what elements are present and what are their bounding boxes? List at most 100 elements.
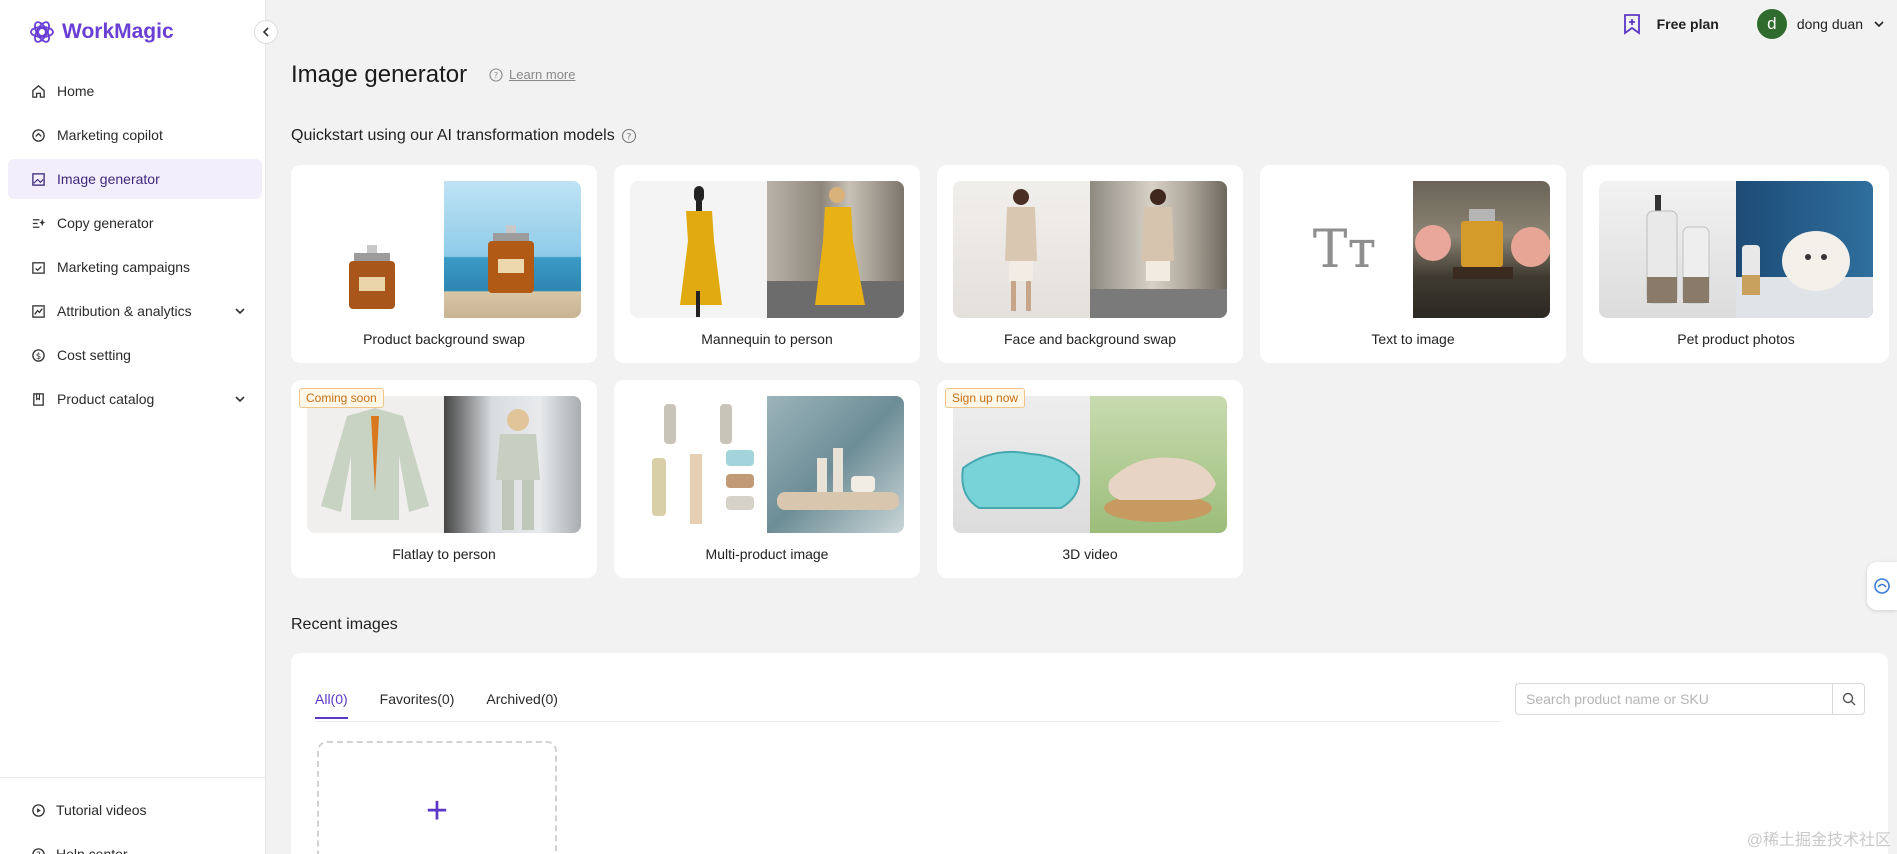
sidebar-item-label: Home [57,83,95,99]
model-card-pet-product-photos[interactable]: Pet product photos [1583,165,1889,363]
before-image [630,396,767,533]
svg-text:?: ? [626,133,631,143]
chart-icon [30,303,46,319]
search-icon [1842,692,1855,706]
calendar-check-icon [30,259,46,275]
chevron-down-icon [1874,21,1884,28]
image-icon [30,171,46,187]
floating-assistant-button[interactable] [1867,562,1897,610]
help-circle-icon: ? [489,67,503,82]
card-label: 3D video [1062,546,1118,562]
card-label: Product background swap [363,331,525,347]
dollar-icon: $ [30,347,46,363]
sidebar-item-home[interactable]: Home [8,71,262,111]
after-image [1090,181,1227,318]
product-search [1515,683,1865,715]
quickstart-title: Quickstart using our AI transformation m… [291,127,637,145]
sidebar-item-label: Cost setting [57,347,131,363]
watermark: @稀土掘金技术社区 [1746,832,1891,849]
plus-icon: + [425,790,449,832]
text-icon: Tт [1276,181,1413,318]
recent-images-panel: All(0) Favorites(0) Archived(0) + [291,653,1888,854]
before-image [1599,181,1736,318]
sidebar-item-label: Copy generator [57,215,154,231]
sidebar-item-cost-setting[interactable]: $ Cost setting [8,335,262,375]
sidebar-item-label: Marketing campaigns [57,259,191,275]
user-name: dong duan [1796,16,1863,32]
sidebar-item-tutorial-videos[interactable]: Tutorial videos [0,792,266,828]
sidebar-item-product-catalog[interactable]: Product catalog [8,379,262,419]
sign-up-badge[interactable]: Sign up now [945,388,1026,408]
sidebar-item-help-center[interactable]: ? Help center [0,836,266,854]
svg-text:$: $ [35,350,40,360]
search-button[interactable] [1832,684,1864,714]
tab-all[interactable]: All(0) [315,691,348,719]
model-card-3d-video[interactable]: Sign up now 3D video [937,380,1243,578]
chevron-left-icon [262,27,269,37]
card-preview [307,396,581,533]
model-card-text-to-image[interactable]: Tт Text to image [1260,165,1566,363]
card-preview [630,396,904,533]
plan-button[interactable]: Free plan [1621,13,1719,35]
recent-images-title-text: Recent images [291,616,398,633]
sidebar-item-label: Product catalog [57,391,155,407]
sidebar-item-image-generator[interactable]: Image generator [8,159,262,199]
after-image [444,181,581,318]
bookmark-plus-icon [1623,14,1640,35]
search-input[interactable] [1516,684,1832,714]
sparkle-text-icon [30,215,46,231]
page-title: Image generator [291,61,468,88]
svg-text:?: ? [494,71,498,80]
collapse-sidebar-button[interactable] [254,20,278,44]
learn-more-link[interactable]: ? Learn more [489,67,575,82]
model-card-multi-product-image[interactable]: Multi-product image [614,380,920,578]
sidebar-item-label: Image generator [57,171,160,187]
tabs-divider [315,721,1501,722]
recent-tabs: All(0) Favorites(0) Archived(0) [315,691,558,719]
card-label: Pet product photos [1677,331,1795,347]
tab-archived[interactable]: Archived(0) [486,691,558,719]
upload-new-image[interactable]: + [317,741,557,854]
card-preview [953,181,1227,318]
after-image [1736,181,1873,318]
chevron-down-icon[interactable] [234,392,246,408]
home-icon [30,83,46,99]
sidebar-item-attribution-analytics[interactable]: Attribution & analytics [8,291,262,331]
sidebar-item-marketing-campaigns[interactable]: Marketing campaigns [8,247,262,287]
sidebar-item-marketing-copilot[interactable]: Marketing copilot [8,115,262,155]
model-card-face-and-background-swap[interactable]: Face and background swap [937,165,1243,363]
quickstart-title-text: Quickstart using our AI transformation m… [291,127,615,144]
logo-text: WorkMagic [62,20,174,43]
assistant-icon [1874,578,1890,594]
tab-favorites[interactable]: Favorites(0) [380,691,455,719]
model-card-flatlay-to-person[interactable]: Coming soon Flatlay to person [291,380,597,578]
learn-more-text: Learn more [509,67,576,82]
sidebar-item-label: Marketing copilot [57,127,163,143]
help-circle-icon[interactable]: ? [621,128,637,144]
card-label: Flatlay to person [392,546,496,562]
model-card-mannequin-to-person[interactable]: Mannequin to person [614,165,920,363]
after-image [767,396,904,533]
avatar: d [1756,9,1787,39]
card-label: Face and background swap [1004,331,1176,347]
main-nav: Home Marketing copilot Image generator C… [8,71,262,423]
sidebar-item-copy-generator[interactable]: Copy generator [8,203,262,243]
after-image [1413,181,1550,318]
model-card-product-background-swap[interactable]: Product background swap [291,165,597,363]
sidebar: WorkMagic Home Marketing copilot Image g… [0,0,266,854]
card-preview [1599,181,1873,318]
card-preview [630,181,904,318]
workmagic-logo[interactable]: WorkMagic [28,18,174,46]
chevron-down-icon[interactable] [234,304,246,320]
book-icon [30,391,46,407]
card-preview [307,181,581,318]
before-image [953,396,1090,533]
before-image [630,181,767,318]
sidebar-item-label: Tutorial videos [56,802,147,818]
copilot-icon [30,127,46,143]
logo-icon [30,21,54,43]
play-icon [30,802,46,818]
user-menu[interactable]: d dong duan [1756,9,1885,39]
before-image [307,396,444,533]
before-image [953,181,1090,318]
